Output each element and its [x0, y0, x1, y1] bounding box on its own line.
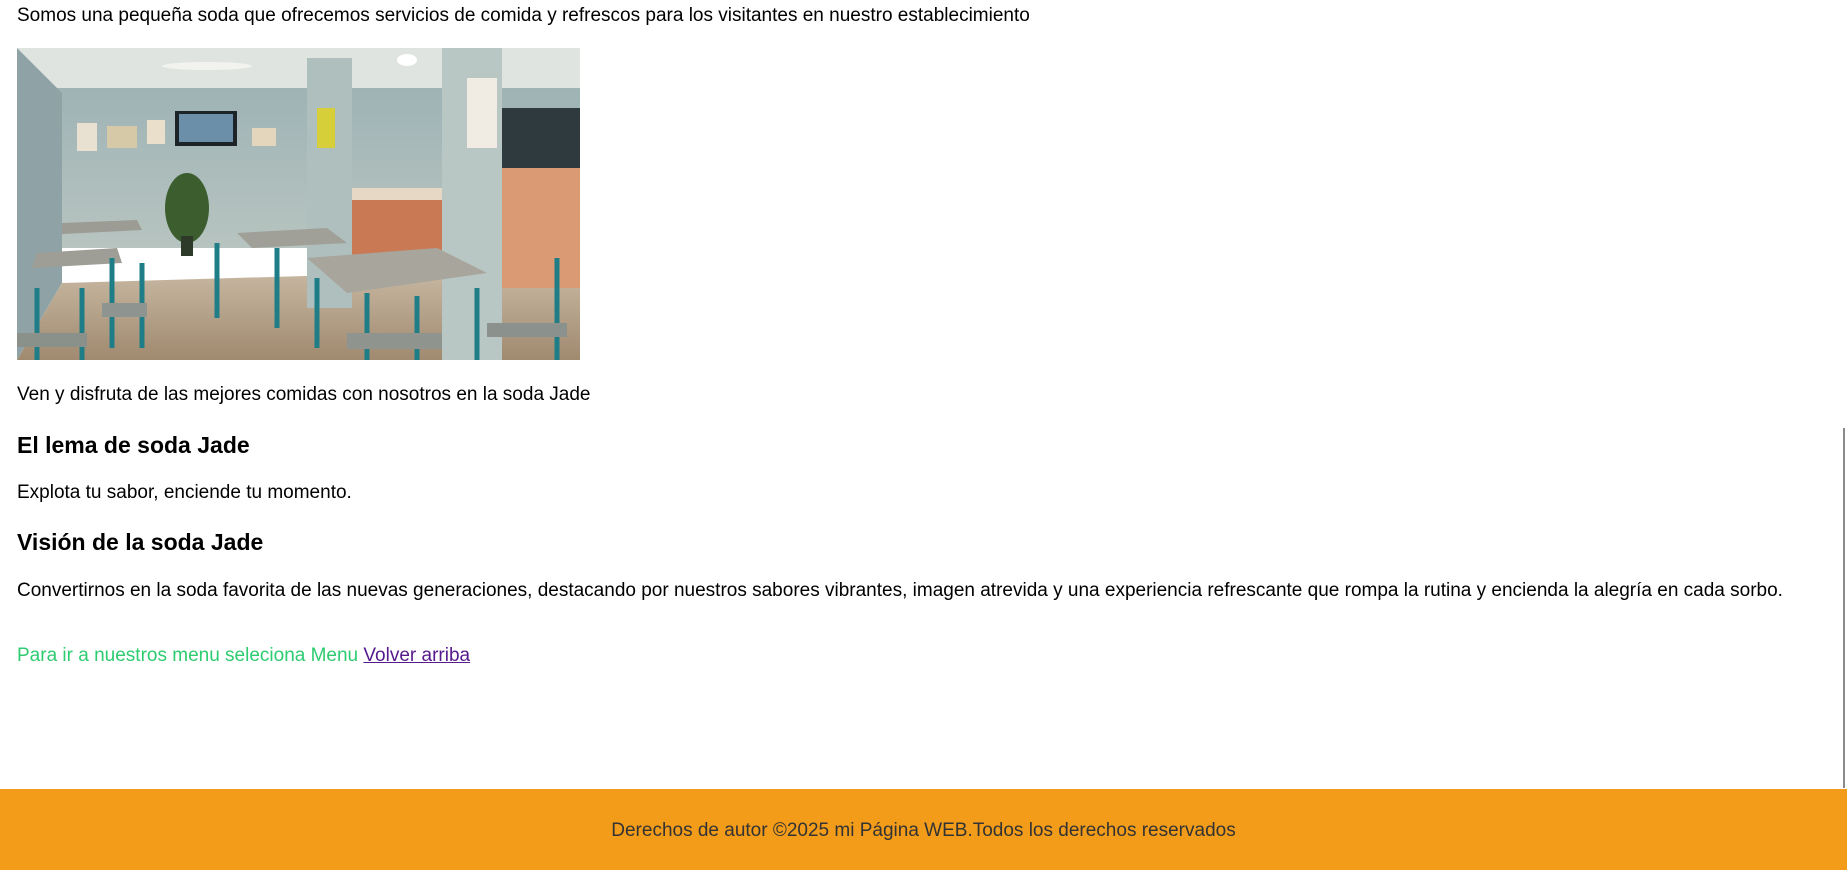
back-to-top-link[interactable]: Volver arriba [363, 645, 470, 666]
lema-heading: El lema de soda Jade [17, 432, 250, 458]
main-content: Somos una pequeña soda que ofrecemos ser… [17, 0, 1827, 666]
scrollbar[interactable] [1843, 428, 1845, 788]
copyright-text: Derechos de autor ©2025 mi Página WEB.To… [611, 819, 1236, 841]
vision-text: Convertirnos en la soda favorita de las … [17, 580, 1783, 601]
lema-text: Explota tu sabor, enciende tu momento. [17, 482, 352, 503]
restaurant-interior-photo [17, 48, 580, 360]
menu-note-text: Para ir a nuestros menu seleciona Menu [17, 645, 359, 666]
page-footer: Derechos de autor ©2025 mi Página WEB.To… [0, 789, 1847, 870]
vision-heading: Visión de la soda Jade [17, 529, 264, 555]
intro-text: Somos una pequeña soda que ofrecemos ser… [17, 5, 1030, 26]
invite-text: Ven y disfruta de las mejores comidas co… [17, 384, 591, 405]
menu-note: Para ir a nuestros menu seleciona Menu V… [17, 645, 470, 667]
